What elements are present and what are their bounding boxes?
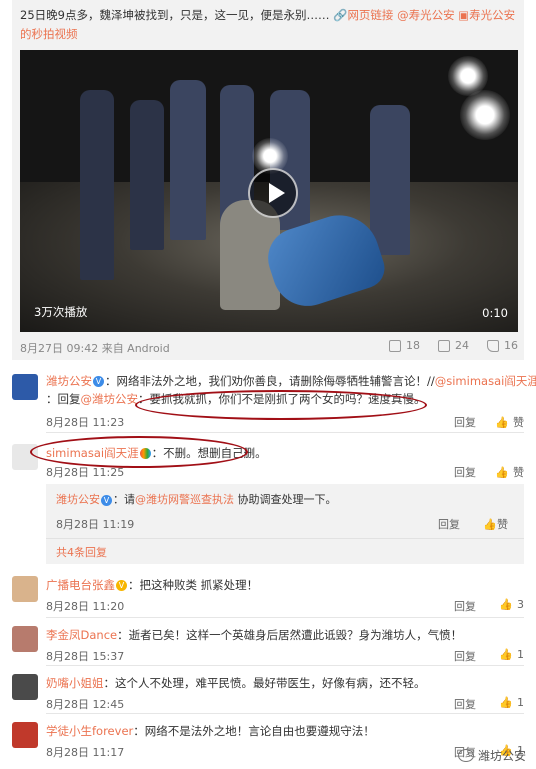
video-player[interactable]: 3万次播放 0:10 — [20, 50, 518, 332]
comment-text: 广播电台张鑫 V ：把这种败类 抓紧处理！ — [46, 576, 526, 594]
divider — [46, 538, 524, 539]
commenter-name[interactable]: 学徒小生forever — [46, 724, 133, 738]
comment-body: ：网络非法外之地，我们劝你善良，请删除侮辱牺牲辅警言论！// — [105, 374, 435, 388]
like-count: 3 — [517, 598, 524, 611]
comment-button[interactable]: 24 — [438, 339, 469, 352]
thumb-up-icon: 👍 — [499, 598, 513, 611]
video-figure — [370, 105, 410, 255]
comment-body: ：回复 — [46, 392, 81, 406]
comment-body: ：把这种败类 抓紧处理！ — [128, 578, 259, 592]
comment-body: ：这个人不处理，难平民愤。最好带医生，好像有病，还不轻。 — [103, 676, 426, 690]
mention-link[interactable]: @潍坊公安 — [81, 392, 139, 406]
comment-body: 协助调查处理一下。 — [234, 493, 337, 506]
verified-icon: V — [101, 494, 112, 506]
forward-icon — [389, 339, 401, 352]
comment-text: 李金凤Dance：逝者已矣！这样一个英雄身后居然遭此诋毁？身为潍坊人，气愤！ — [46, 626, 526, 644]
sub-reply-text: 潍坊公安 V ：请@潍坊网警巡查执法 协助调查处理一下。 — [56, 492, 337, 508]
comment-body: ：网络不是法外之地！言论自由也要遵规守法！ — [133, 724, 375, 738]
sub-reply-block: 潍坊公安 V ：请@潍坊网警巡查执法 协助调查处理一下。 8月28日 11:19 回… — [46, 484, 524, 564]
like-count: 1 — [517, 696, 524, 709]
thumb-up-icon: 👍 — [499, 696, 513, 709]
like-button[interactable]: 👍赞 — [495, 414, 524, 430]
mention-link[interactable]: @simimasai阎天涯 — [435, 374, 536, 388]
comment-text: 奶嘴小姐姐：这个人不处理，难平民愤。最好带医生，好像有病，还不轻。 — [46, 674, 526, 692]
post-actions: 18 24 16 — [389, 339, 518, 352]
commenter-name[interactable]: 李金凤Dance — [46, 628, 117, 642]
avatar[interactable] — [12, 626, 38, 652]
thumb-up-icon: 👍 — [499, 648, 513, 661]
reply-button[interactable]: 回复 — [438, 516, 460, 532]
post-time: 8月27日 09:42 来自 Android — [20, 342, 170, 355]
video-light — [460, 90, 510, 140]
like-button[interactable]: 16 — [487, 339, 518, 352]
divider — [46, 432, 524, 433]
watermark: 潍坊公安 — [457, 747, 526, 764]
comment-time: 8月28日 12:45 — [46, 698, 125, 711]
reply-button[interactable]: 回复 — [454, 598, 476, 614]
like-button[interactable]: 👍赞 — [483, 516, 508, 532]
commenter-name[interactable]: 奶嘴小姐姐 — [46, 676, 104, 690]
verified-icon: V — [93, 376, 104, 387]
like-button[interactable]: 👍赞 — [495, 464, 524, 480]
thumb-up-icon: 👍 — [495, 415, 509, 429]
play-button[interactable] — [248, 168, 298, 218]
avatar[interactable] — [12, 722, 38, 748]
video-figure — [130, 100, 164, 250]
highlight-circle — [30, 436, 248, 468]
web-link[interactable]: 🔗网页链接 — [333, 8, 393, 22]
watermark-text: 潍坊公安 — [477, 749, 526, 763]
comment-time: 8月28日 11:20 — [46, 600, 125, 613]
highlight-circle — [135, 390, 427, 420]
comment-time: 8月28日 11:17 — [46, 746, 125, 759]
comment-text: 学徒小生forever：网络不是法外之地！言论自由也要遵规守法！ — [46, 722, 526, 740]
comment-time: 8月28日 15:37 — [46, 650, 125, 663]
avatar[interactable] — [12, 374, 38, 400]
commenter-name[interactable]: 潍坊公安 — [46, 374, 92, 388]
more-replies-link[interactable]: 共4条回复 — [56, 544, 107, 560]
reply-button[interactable]: 回复 — [454, 696, 476, 712]
commenter-name[interactable]: 潍坊公安 — [56, 493, 100, 506]
divider — [46, 665, 524, 666]
like-button[interactable]: 👍 1 — [499, 696, 524, 709]
forward-button[interactable]: 18 — [389, 339, 420, 352]
avatar[interactable] — [12, 576, 38, 602]
like-label: 赞 — [513, 466, 524, 479]
mention-link[interactable]: @潍坊网警巡查执法 — [135, 493, 234, 506]
verified-icon: V — [116, 580, 127, 591]
like-button[interactable]: 👍 3 — [499, 598, 524, 611]
weibo-logo-icon — [457, 749, 474, 762]
like-button[interactable]: 👍 1 — [499, 648, 524, 661]
reply-button[interactable]: 回复 — [454, 414, 476, 430]
video-duration: 0:10 — [482, 306, 508, 320]
author-link[interactable]: @寿光公安 — [397, 8, 455, 22]
weibo-post: 25日晚9点多，魏泽坤被找到，只是，这一见，便是永别…… 🔗网页链接 @寿光公安… — [12, 0, 524, 360]
like-label: 赞 — [513, 416, 524, 429]
comment-body: ：逝者已矣！这样一个英雄身后居然遭此诋毁？身为潍坊人，气愤！ — [117, 628, 463, 642]
comment-icon — [438, 339, 450, 352]
commenter-name[interactable]: 广播电台张鑫 — [46, 578, 115, 592]
avatar[interactable] — [12, 674, 38, 700]
reply-button[interactable]: 回复 — [454, 648, 476, 664]
comment-body: ：请 — [113, 493, 135, 506]
video-figure — [80, 90, 114, 280]
divider — [46, 617, 524, 618]
divider — [46, 713, 524, 714]
video-views: 3万次播放 — [34, 305, 88, 319]
thumb-up-icon: 👍 — [495, 465, 509, 479]
comment-time: 8月28日 11:23 — [46, 416, 125, 429]
video-figure — [170, 80, 206, 240]
comment-text: 潍坊公安 V ：网络非法外之地，我们劝你善良，请删除侮辱牺牲辅警言论！//@simi… — [46, 372, 536, 390]
like-count: 1 — [517, 648, 524, 661]
post-text: 25日晚9点多，魏泽坤被找到，只是，这一见，便是永别…… 🔗网页链接 @寿光公安… — [20, 6, 520, 44]
thumb-up-icon — [487, 339, 499, 352]
comment-time: 8月28日 11:19 — [56, 518, 135, 531]
like-label: 赞 — [497, 518, 508, 531]
post-body: 25日晚9点多，魏泽坤被找到，只是，这一见，便是永别…… — [20, 8, 330, 22]
reply-button[interactable]: 回复 — [454, 464, 476, 480]
